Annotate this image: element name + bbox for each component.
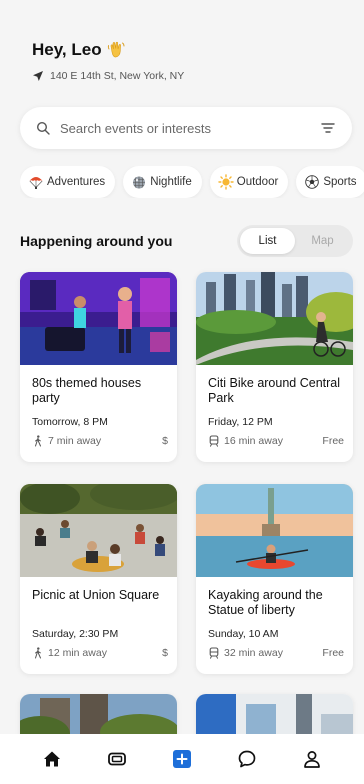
event-meta: 32 min away Free [208,647,344,659]
event-title: Kayaking around the Statue of liberty [208,588,323,617]
tab-map[interactable]: Map [295,228,350,254]
location[interactable]: 140 E 14th St, New York, NY [32,70,184,82]
event-price: $ [162,647,168,659]
nav-home[interactable] [34,741,70,777]
event-distance: 32 min away [224,647,283,659]
filter-icon[interactable] [320,121,336,135]
event-distance: 16 min away [224,435,283,447]
view-toggle: List Map [237,225,353,257]
event-meta: 16 min away Free [208,435,344,447]
event-title: 80s themed houses party [32,376,142,405]
disco-ball-icon [133,176,146,189]
event-distance: 12 min away [48,647,107,659]
chip-nightlife[interactable]: Nightlife [123,166,202,198]
waving-hand-icon [107,41,125,58]
home-icon [44,751,61,767]
event-meta: 12 min away $ [32,647,168,659]
nav-add[interactable] [164,741,200,777]
event-price: Free [322,435,344,447]
chip-adventures[interactable]: Adventures [20,166,116,198]
event-distance: 7 min away [48,435,102,447]
event-title: Picnic at Union Square [32,588,160,602]
chip-label: Outdoor [236,176,279,188]
greeting-text: Hey, Leo [32,40,102,59]
event-time: Tomorrow, 8 PM [32,416,108,428]
parachute-icon [29,177,43,189]
event-time: Saturday, 2:30 PM [32,628,119,640]
event-price: $ [162,435,168,447]
event-image [20,484,177,577]
add-icon [172,750,191,768]
event-card[interactable]: Kayaking around the Statue of liberty Su… [196,484,353,674]
walking-icon [35,647,41,659]
event-image [196,484,353,577]
location-text: 140 E 14th St, New York, NY [50,70,185,82]
chip-label: Adventures [47,176,106,188]
location-arrow-icon [33,71,43,81]
category-chips: Adventures Nightlife Outdoor Sports [20,166,364,198]
nav-profile[interactable] [294,741,330,777]
search-input[interactable] [60,120,312,136]
nav-chat[interactable] [229,741,265,777]
tickets-icon [108,752,127,766]
train-icon [209,647,219,659]
event-title: Citi Bike around Central Park [208,376,341,405]
walking-icon [35,435,41,447]
event-time: Sunday, 10 AM [208,628,279,640]
nav-tickets[interactable] [99,741,135,777]
section-title: Happening around you [20,233,173,249]
sun-icon [218,174,234,190]
chip-label: Nightlife [150,176,192,188]
train-icon [209,435,219,447]
bottom-nav [0,734,364,784]
event-price: Free [322,647,344,659]
search-icon [36,121,50,135]
greeting: Hey, Leo [32,40,126,60]
search-bar[interactable] [20,107,352,149]
header: Hey, Leo 140 E 14th St, New York, NY [0,0,364,102]
event-image [196,272,353,365]
chip-outdoor[interactable]: Outdoor [209,166,289,198]
tab-list[interactable]: List [240,228,295,254]
soccer-ball-icon [305,175,320,189]
chip-label: Sports [323,176,357,188]
event-card[interactable]: Picnic at Union Square Saturday, 2:30 PM… [20,484,177,674]
event-card[interactable]: Citi Bike around Central Park Friday, 12… [196,272,353,462]
profile-icon [303,751,320,768]
event-time: Friday, 12 PM [208,416,273,428]
chip-sports[interactable]: Sports [296,166,364,198]
event-card[interactable]: 80s themed houses party Tomorrow, 8 PM 7… [20,272,177,462]
event-image [20,272,177,365]
chat-icon [238,750,256,768]
event-meta: 7 min away $ [32,435,168,447]
